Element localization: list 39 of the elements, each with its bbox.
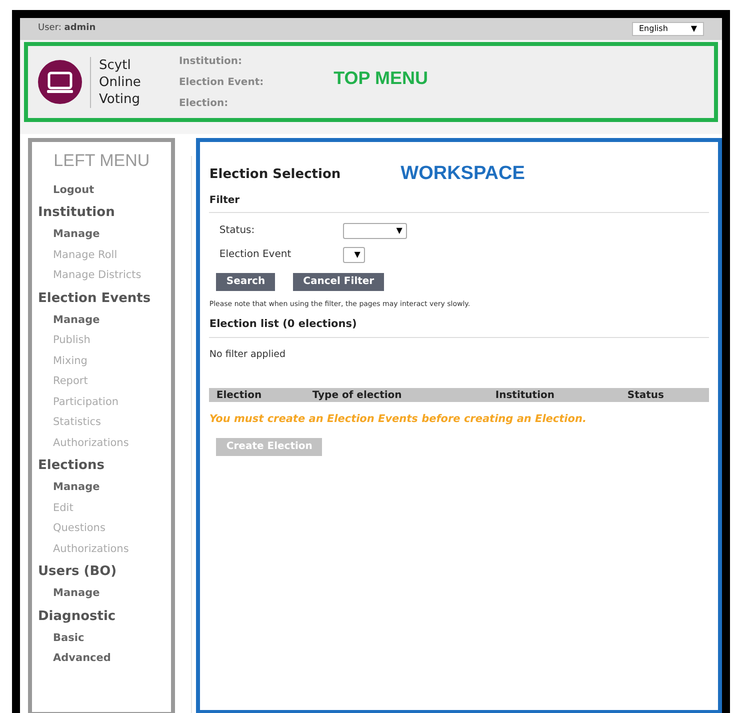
- top-menu-annotation: TOP MENU: [334, 66, 428, 90]
- column-header: Election: [215, 388, 263, 402]
- menu-section-title: Users (BO): [38, 563, 118, 581]
- filter-select[interactable]: ▼: [343, 246, 366, 262]
- warning-message: You must create an Election Events before creating an Election.: [209, 412, 588, 427]
- menu-section-title: Election Events: [38, 290, 152, 308]
- context-label: Institution:: [178, 54, 244, 68]
- user-label: User: admin: [38, 22, 96, 36]
- brand-text: Voting: [99, 90, 141, 108]
- brand-text: Scytl: [99, 56, 132, 74]
- filter-button[interactable]: Cancel Filter: [293, 272, 384, 290]
- language-select[interactable]: English ▼: [632, 22, 704, 36]
- context-label: Election Event:: [178, 76, 264, 90]
- workspace-annotation: WORKSPACE: [400, 162, 525, 186]
- filter-label: Election Event: [219, 248, 292, 262]
- brand-text: Online: [99, 74, 141, 90]
- menu-item[interactable]: Manage: [38, 224, 166, 244]
- menu-section-title: Diagnostic: [38, 608, 117, 626]
- laptop-logo-icon: [38, 60, 82, 104]
- menu-item[interactable]: Manage: [38, 310, 166, 330]
- page-title: Election Selection: [209, 166, 341, 184]
- menu-section-title: Elections: [38, 457, 106, 475]
- left-menu-annotation: LEFT MENU: [52, 150, 151, 172]
- filter-button[interactable]: Search: [216, 272, 276, 290]
- filter-select[interactable]: ▼: [343, 222, 408, 238]
- filter-label: Status:: [219, 224, 256, 238]
- menu-item[interactable]: Manage: [38, 583, 166, 604]
- filter-heading: Filter: [209, 192, 709, 212]
- list-heading: Election list (0 elections): [209, 317, 709, 338]
- menu-item[interactable]: Logout: [38, 180, 166, 200]
- menu-section-title: Institution: [38, 204, 116, 222]
- column-header: Type of election: [311, 388, 403, 402]
- context-label: Election:: [178, 96, 230, 110]
- filter-status: No filter applied: [209, 348, 286, 362]
- column-header: Status: [626, 388, 664, 402]
- column-header: Institution: [495, 388, 556, 402]
- menu-item[interactable]: Basic: [38, 628, 166, 648]
- menu-item[interactable]: Advanced: [38, 648, 166, 668]
- menu-item[interactable]: Manage: [38, 477, 166, 498]
